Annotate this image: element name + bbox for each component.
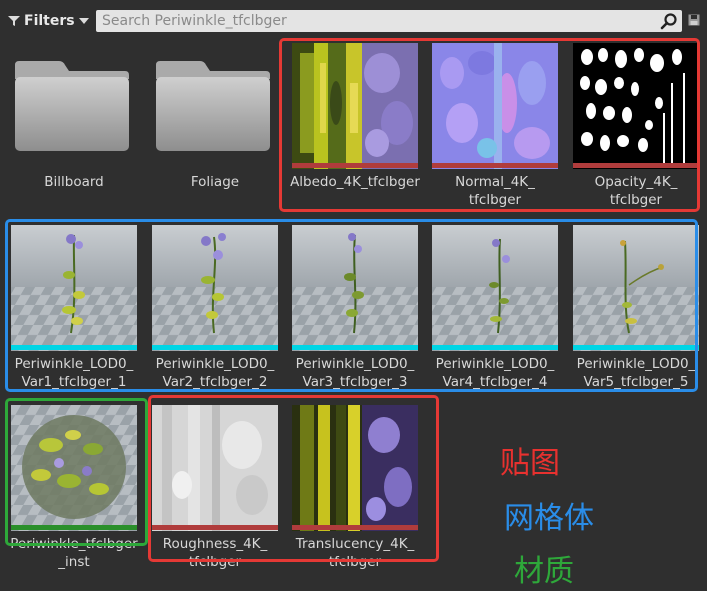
folder-icon: [152, 43, 278, 169]
chevron-down-icon: [78, 18, 89, 24]
textures-annotation: 贴图: [500, 446, 560, 481]
texture-group-frame: [279, 38, 700, 212]
search-box[interactable]: [96, 10, 682, 32]
toolbar: Filters: [0, 0, 707, 42]
materials-annotation: 材质: [514, 554, 574, 589]
save-icon[interactable]: [688, 14, 700, 26]
search-icon[interactable]: [660, 12, 678, 30]
material-group-frame: [5, 398, 148, 546]
filters-label: Filters: [24, 13, 75, 29]
label-line-2: _inst: [58, 554, 90, 570]
asset-label: Billboard: [44, 174, 104, 190]
mesh-group-frame: [5, 219, 698, 392]
folder-icon: [11, 43, 137, 169]
texture-group-frame-2: [148, 395, 439, 562]
meshes-annotation: 网格体: [504, 501, 594, 536]
filters-button[interactable]: Filters: [8, 10, 89, 32]
asset-billboard-folder[interactable]: Billboard: [11, 43, 137, 193]
filter-icon: [8, 16, 20, 26]
asset-label: Foliage: [190, 174, 240, 190]
asset-foliage-folder[interactable]: Foliage: [152, 43, 278, 193]
search-input[interactable]: [100, 10, 654, 32]
